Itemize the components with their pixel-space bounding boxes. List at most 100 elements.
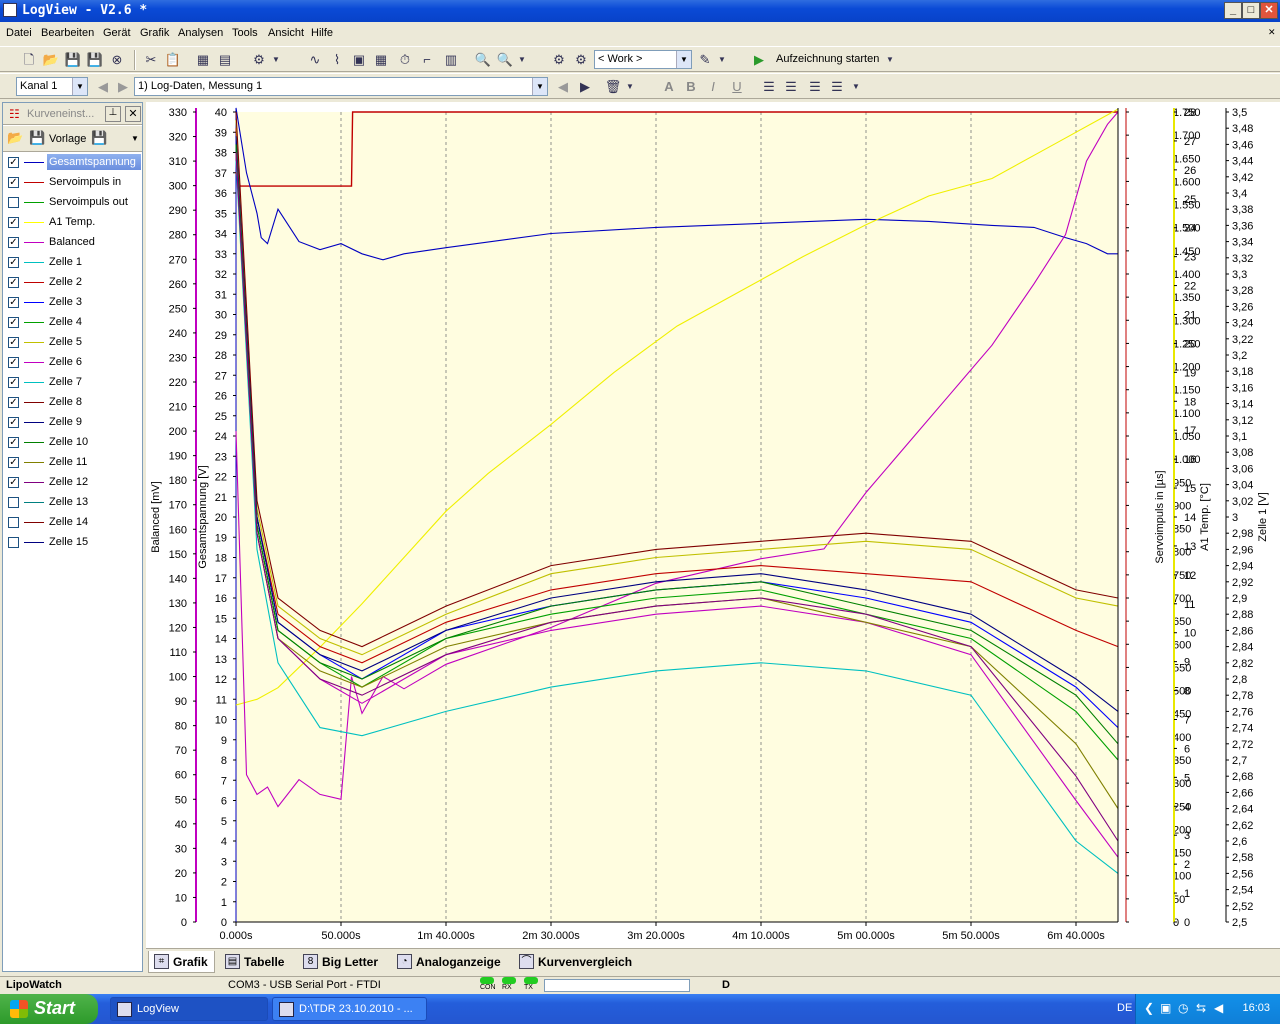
tab-kurvenvergleich[interactable]: ⌒ Kurvenvergleich — [514, 951, 638, 973]
curve-checkbox[interactable] — [8, 537, 19, 548]
bar-chart-icon[interactable]: ▥ — [442, 51, 460, 68]
menu-geraet[interactable]: Gerät — [103, 27, 131, 39]
curve-item[interactable]: ✓ Zelle 12 — [3, 473, 142, 493]
template-button[interactable]: Vorlage — [49, 133, 86, 145]
curve-item[interactable]: ✓ Servoimpuls in — [3, 173, 142, 193]
curve-checkbox[interactable]: ✓ — [8, 417, 19, 428]
new-file-icon[interactable]: 🗋 — [20, 51, 38, 68]
profile-delete-icon[interactable]: ✎ — [696, 51, 714, 68]
record-start-button[interactable]: Aufzeichnung starten — [776, 53, 879, 65]
curve-checkbox[interactable]: ✓ — [8, 397, 19, 408]
curve-checkbox[interactable]: ✓ — [8, 357, 19, 368]
mdi-close-icon[interactable]: ✕ — [1268, 27, 1276, 38]
chart-area[interactable]: 0.000s 50.000s 1m 40.000s 2m 30.000s 3m 20.0… — [146, 87, 1280, 948]
curve-item[interactable]: Zelle 15 — [3, 533, 142, 553]
curve-item[interactable]: ✓ Zelle 6 — [3, 353, 142, 373]
crop-icon[interactable]: ▤ — [216, 51, 234, 68]
zoom-reset-icon[interactable]: 🔍 — [496, 51, 514, 68]
save-template-icon[interactable]: 💾 — [91, 130, 107, 146]
marker-icon[interactable]: ⌇ — [328, 51, 346, 68]
menu-hilfe[interactable]: Hilfe — [311, 27, 333, 39]
open-folder-icon[interactable]: 📂 — [42, 51, 60, 68]
delete-range-icon[interactable]: ▦ — [194, 51, 212, 68]
clock-icon[interactable]: ⏱ — [396, 51, 414, 68]
tools-dropdown-icon[interactable]: ▼ — [272, 51, 280, 68]
menu-tools[interactable]: Tools — [232, 27, 258, 39]
start-button[interactable]: Start — [0, 994, 98, 1024]
curve-checkbox[interactable]: ✓ — [8, 437, 19, 448]
device-icon[interactable]: ⚙ — [550, 51, 568, 68]
curve-tool-icon[interactable]: ∿ — [306, 51, 324, 68]
save-icon[interactable]: 💾 — [29, 130, 45, 146]
curve-checkbox[interactable]: ✓ — [8, 237, 19, 248]
pin-icon[interactable]: ⊥ — [105, 106, 121, 122]
curve-checkbox[interactable]: ✓ — [8, 377, 19, 388]
maximize-button[interactable]: □ — [1242, 2, 1260, 19]
align-left-icon[interactable]: ☰ — [760, 78, 778, 95]
curve-item[interactable]: ✓ Zelle 9 — [3, 413, 142, 433]
curve-item[interactable]: ✓ Zelle 3 — [3, 293, 142, 313]
curve-item[interactable]: Zelle 14 — [3, 513, 142, 533]
save-as-icon[interactable]: 💾 — [86, 51, 104, 68]
curve-checkbox[interactable] — [8, 517, 19, 528]
curve-checkbox[interactable]: ✓ — [8, 257, 19, 268]
curve-item[interactable]: ✓ Balanced — [3, 233, 142, 253]
trash-icon[interactable]: 🗑 — [604, 78, 622, 95]
curve-item[interactable]: ✓ Zelle 8 — [3, 393, 142, 413]
table-icon[interactable]: ▦ — [372, 51, 390, 68]
tools-icon[interactable]: ⚙ — [250, 51, 268, 68]
curve-item[interactable]: ✓ Zelle 1 — [3, 253, 142, 273]
record-dropdown-icon[interactable]: ▼ — [886, 51, 894, 68]
curve-checkbox[interactable]: ✓ — [8, 177, 19, 188]
play-icon[interactable]: ▶ — [750, 51, 768, 68]
menu-ansicht[interactable]: Ansicht — [268, 27, 304, 39]
curve-checkbox[interactable]: ✓ — [8, 297, 19, 308]
clock-tray-icon[interactable]: ◷ — [1178, 1001, 1188, 1015]
align-justify-icon[interactable]: ☰ — [828, 78, 846, 95]
minimize-button[interactable]: _ — [1224, 2, 1242, 19]
usb-icon[interactable]: ⇆ — [1196, 1001, 1206, 1015]
task-explorer[interactable]: D:\TDR 23.10.2010 - ... — [272, 997, 427, 1021]
curve-item[interactable]: ✓ Zelle 2 — [3, 273, 142, 293]
curve-item[interactable]: Servoimpuls out — [3, 193, 142, 213]
close-file-icon[interactable]: ⊗ — [108, 51, 126, 68]
curve-checkbox[interactable]: ✓ — [8, 277, 19, 288]
font-icon[interactable]: A — [660, 78, 678, 95]
curve-checkbox[interactable]: ✓ — [8, 157, 19, 168]
menu-analysen[interactable]: Analysen — [178, 27, 223, 39]
curve-item[interactable]: ✓ Zelle 4 — [3, 313, 142, 333]
align-right-icon[interactable]: ☰ — [806, 78, 824, 95]
italic-icon[interactable]: I — [704, 78, 722, 95]
volume-icon[interactable]: ◀ — [1214, 1001, 1223, 1015]
save-icon[interactable]: 💾 — [64, 51, 82, 68]
zoom-icon[interactable]: 🔍 — [474, 51, 492, 68]
curve-item[interactable]: ✓ Gesamtspannung — [3, 153, 142, 173]
forward-arrow-icon[interactable]: ▶ — [114, 78, 132, 95]
tab-tabelle[interactable]: ▤ Tabelle — [220, 951, 290, 973]
channel-combo[interactable]: Kanal 1 ▼ — [16, 77, 88, 96]
open-folder-icon[interactable]: 📂 — [7, 130, 23, 146]
dataset-combo[interactable]: 1) Log-Daten, Messung 1 ▼ — [134, 77, 548, 96]
close-button[interactable]: ✕ — [1260, 2, 1278, 19]
curve-checkbox[interactable]: ✓ — [8, 477, 19, 488]
line-chart[interactable]: 0.000s 50.000s 1m 40.000s 2m 30.000s 3m 20.0… — [146, 87, 1280, 948]
align-center-icon[interactable]: ☰ — [782, 78, 800, 95]
paste-icon[interactable]: 📋 — [164, 51, 182, 68]
cut-icon[interactable]: ✂ — [142, 51, 160, 68]
language-indicator[interactable]: DE — [1117, 1002, 1132, 1014]
underline-icon[interactable]: U — [728, 78, 746, 95]
curve-item[interactable]: ✓ Zelle 10 — [3, 433, 142, 453]
device-settings-icon[interactable]: ⚙ — [572, 51, 590, 68]
curve-item[interactable]: Zelle 13 — [3, 493, 142, 513]
curve-checkbox[interactable] — [8, 197, 19, 208]
panel-close-icon[interactable]: ✕ — [125, 106, 141, 122]
menu-datei[interactable]: Datei — [6, 27, 32, 39]
curve-item[interactable]: ✓ A1 Temp. — [3, 213, 142, 233]
curve-item[interactable]: ✓ Zelle 11 — [3, 453, 142, 473]
curve-checkbox[interactable]: ✓ — [8, 457, 19, 468]
trash-dropdown-icon[interactable]: ▼ — [626, 78, 634, 95]
align-dropdown-icon[interactable]: ▼ — [852, 78, 860, 95]
curve-checkbox[interactable]: ✓ — [8, 337, 19, 348]
curve-checkbox[interactable] — [8, 497, 19, 508]
profile-dropdown-icon[interactable]: ▼ — [718, 51, 726, 68]
